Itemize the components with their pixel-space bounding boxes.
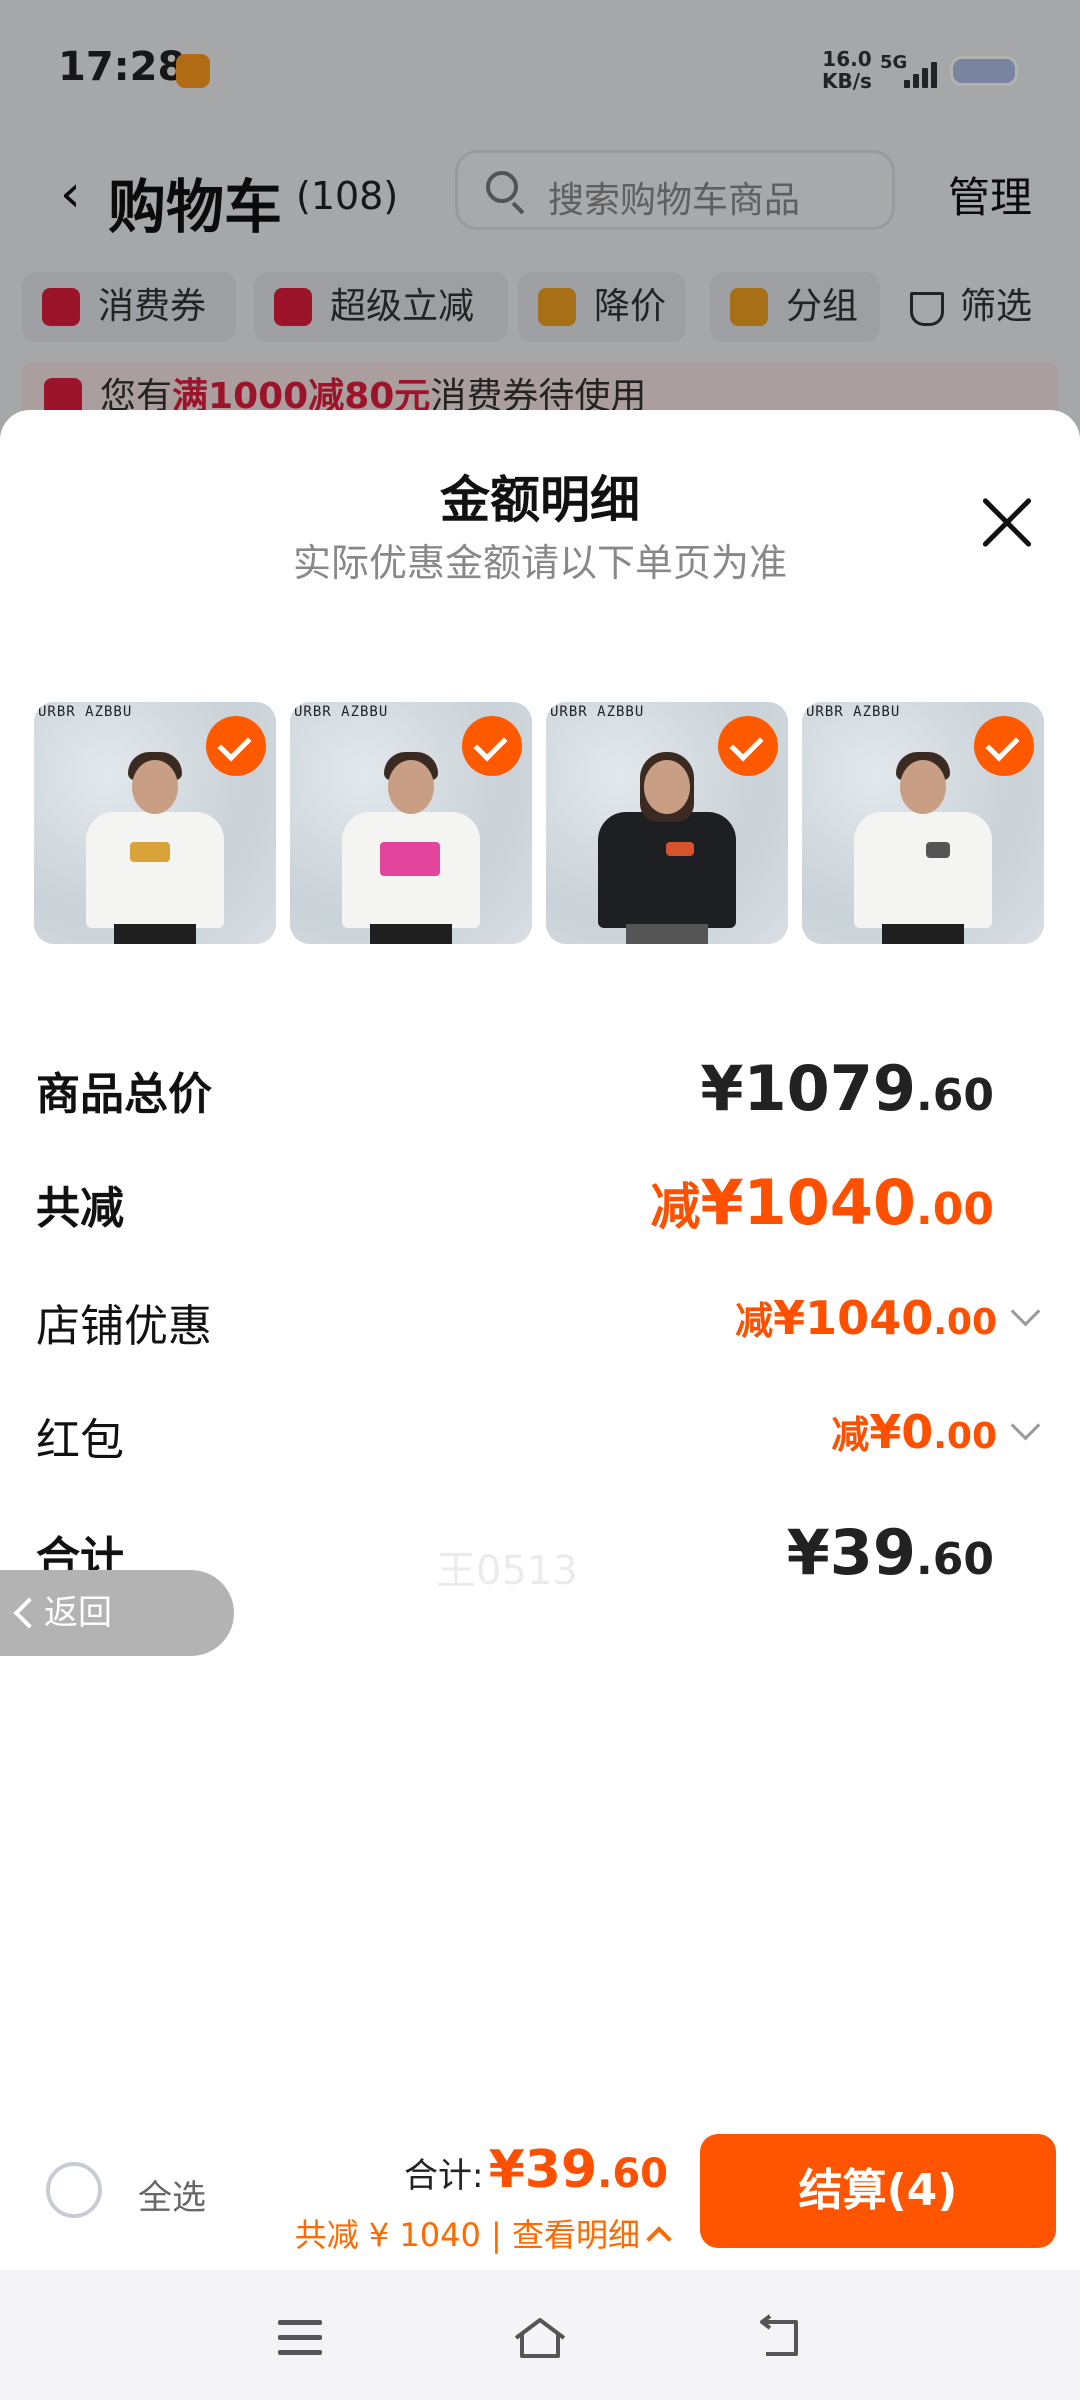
amount-int: ¥0 — [869, 1405, 934, 1459]
amount-int: ¥1079 — [700, 1052, 917, 1125]
total-reduce-label: 共减 — [36, 1183, 124, 1234]
back-button-label: 返回 — [44, 1593, 112, 1633]
reduce-prefix: 减 — [735, 1299, 774, 1343]
chevron-left-icon — [13, 1597, 45, 1629]
reduce-prefix: 减 — [831, 1413, 870, 1457]
amount-detail-sheet: 金额明细 实际优惠金额请以下单页为准 URBR AZBBU URBR AZBBU… — [0, 410, 1080, 2400]
amount-dec: .60 — [916, 1534, 994, 1585]
product-brand: URBR AZBBU — [38, 704, 133, 720]
reduce-details-text: 共减 ¥ 1040 | 查看明细 — [294, 2216, 640, 2254]
sheet-title: 金额明细 — [440, 471, 640, 529]
selected-check-icon — [206, 716, 266, 776]
shop-discount-value: 减¥1040.00 — [735, 1290, 1041, 1345]
watermark: 王0513 — [436, 1548, 578, 1594]
checkout-bar: 全选 合计: ¥39.60 共减 ¥ 1040 | 查看明细 结算(4) — [0, 2110, 1080, 2270]
amount-dec: .60 — [597, 2151, 668, 2197]
product-thumbnail[interactable]: URBR AZBBU — [802, 702, 1044, 944]
amount-int: ¥39 — [786, 1516, 917, 1589]
total-amount: ¥39.60 — [489, 2140, 668, 2200]
total-price-label: 商品总价 — [36, 1069, 212, 1120]
selected-check-icon — [974, 716, 1034, 776]
product-brand: URBR AZBBU — [550, 704, 645, 720]
select-all-label[interactable]: 全选 — [138, 2170, 206, 2219]
shop-discount-label: 店铺优惠 — [36, 1301, 212, 1352]
sheet-subtitle: 实际优惠金额请以下单页为准 — [292, 541, 787, 585]
amount-dec: .60 — [916, 1070, 994, 1121]
selected-check-icon — [462, 716, 522, 776]
red-packet-value: 减¥0.00 — [831, 1404, 1041, 1459]
back-icon[interactable] — [756, 2314, 806, 2360]
system-navigation-bar — [0, 2270, 1080, 2400]
selected-check-icon — [718, 716, 778, 776]
product-thumbnail[interactable]: URBR AZBBU — [290, 702, 532, 944]
total-label: 合计: — [404, 2156, 484, 2196]
select-all-radio[interactable] — [46, 2162, 102, 2218]
amount-dec: .00 — [933, 1302, 997, 1343]
product-thumbnail[interactable]: URBR AZBBU — [546, 702, 788, 944]
close-icon[interactable] — [980, 496, 1034, 550]
amount-dec: .00 — [916, 1184, 994, 1235]
sum-value: ¥39.60 — [787, 1516, 994, 1589]
chevron-up-icon — [646, 2226, 672, 2252]
amount-dec: .00 — [933, 1416, 997, 1457]
view-details-link[interactable]: 共减 ¥ 1040 | 查看明细 — [294, 2210, 672, 2256]
home-icon[interactable] — [512, 2314, 568, 2360]
total-price-value: ¥1079.60 — [700, 1052, 994, 1125]
product-brand: URBR AZBBU — [294, 704, 389, 720]
reduce-prefix: 减 — [650, 1178, 701, 1236]
total-reduce-value: 减¥1040.00 — [650, 1166, 994, 1239]
product-thumbnail[interactable]: URBR AZBBU — [34, 702, 276, 944]
amount-int: ¥1040 — [700, 1166, 917, 1239]
menu-icon[interactable] — [278, 2320, 322, 2356]
amount-int: ¥39 — [488, 2140, 598, 2200]
red-packet-label: 红包 — [36, 1415, 124, 1466]
checkout-button[interactable]: 结算(4) — [700, 2134, 1056, 2248]
amount-int: ¥1040 — [773, 1291, 934, 1345]
chevron-down-icon[interactable] — [1010, 1410, 1041, 1441]
total-summary: 合计: ¥39.60 — [404, 2140, 668, 2200]
product-brand: URBR AZBBU — [806, 704, 901, 720]
back-button[interactable]: 返回 — [0, 1570, 234, 1656]
chevron-down-icon[interactable] — [1010, 1296, 1041, 1327]
